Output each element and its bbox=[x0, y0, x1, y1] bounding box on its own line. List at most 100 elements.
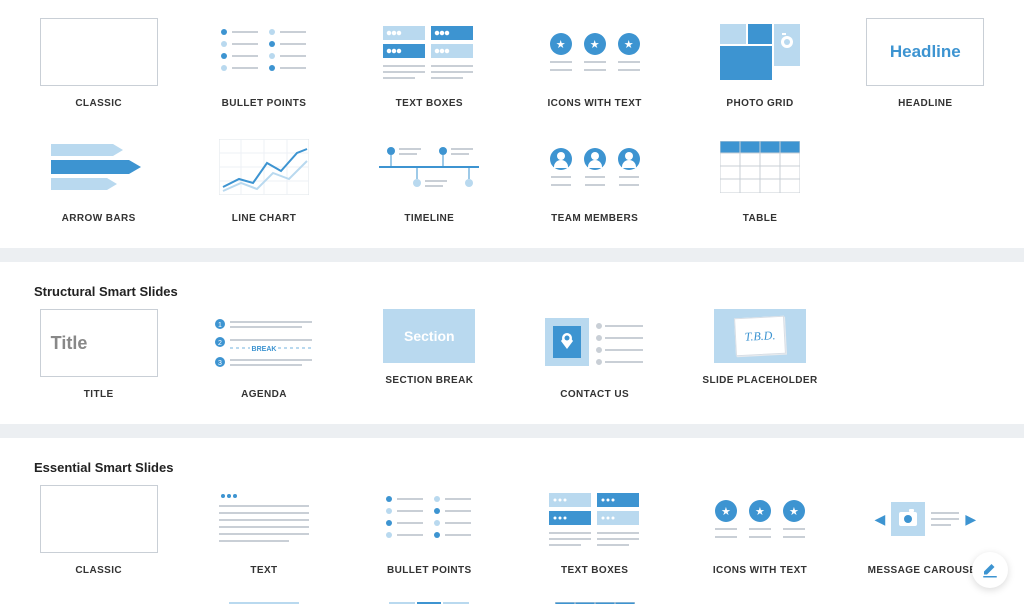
camera-icon bbox=[899, 512, 917, 526]
thumb-slide-placeholder: T.B.D. bbox=[714, 309, 806, 363]
thumb-essential-text-boxes bbox=[536, 485, 654, 553]
tile-icons-with-text[interactable]: ★ ★ ★ ICONS WITH TEXT bbox=[518, 14, 671, 119]
section-title-essential: Essential Smart Slides bbox=[22, 438, 1002, 481]
thumb-essential-classic bbox=[40, 485, 158, 553]
feedback-fab[interactable] bbox=[972, 552, 1008, 588]
tile-label: TEXT bbox=[250, 565, 277, 576]
tile-label: TEXT BOXES bbox=[561, 565, 628, 576]
tile-label: LINE CHART bbox=[232, 213, 297, 224]
thumb-essential-logos bbox=[40, 600, 158, 604]
chevron-right-icon: ▶ bbox=[965, 511, 976, 528]
tile-arrow-bars[interactable]: ARROW BARS bbox=[22, 129, 175, 234]
svg-text:3: 3 bbox=[218, 360, 222, 367]
svg-text:BREAK: BREAK bbox=[252, 346, 277, 353]
thumb-headline: Headline bbox=[866, 18, 984, 86]
thumb-arrow-bars bbox=[40, 133, 158, 201]
tile-essential-text[interactable]: TEXT bbox=[187, 481, 340, 586]
thumb-essential-text bbox=[205, 485, 323, 553]
chevron-left-icon: ◀ bbox=[875, 511, 886, 528]
tile-bullet-points[interactable]: BULLET POINTS bbox=[187, 14, 340, 119]
tile-line-chart[interactable]: LINE CHART bbox=[187, 129, 340, 234]
tile-label: HEADLINE bbox=[898, 98, 952, 109]
person-icon bbox=[618, 148, 640, 170]
tile-text-boxes[interactable]: TEXT BOXES bbox=[353, 14, 506, 119]
title-sample: Title bbox=[51, 333, 88, 354]
tile-essential-table[interactable] bbox=[518, 596, 671, 604]
thumb-agenda: 1 2 BREAK 3 bbox=[205, 309, 323, 377]
tile-label: CLASSIC bbox=[75, 98, 122, 109]
thumb-title: Title bbox=[40, 309, 158, 377]
section-title-structural: Structural Smart Slides bbox=[22, 262, 1002, 305]
tile-label: PHOTO GRID bbox=[726, 98, 793, 109]
star-icon: ★ bbox=[715, 500, 737, 522]
thumb-table bbox=[701, 133, 819, 201]
tile-label: TEAM MEMBERS bbox=[551, 213, 638, 224]
thumb-essential-photo-grid bbox=[370, 600, 488, 604]
tile-classic[interactable]: CLASSIC bbox=[22, 14, 175, 119]
tile-label: BULLET POINTS bbox=[222, 98, 307, 109]
tile-essential-logos[interactable] bbox=[22, 596, 175, 604]
tile-title[interactable]: Title TITLE bbox=[22, 305, 175, 410]
headline-sample: Headline bbox=[890, 42, 961, 62]
slide-group-essential: Essential Smart Slides CLASSIC TEXT bbox=[0, 438, 1024, 604]
tbd-sample: T.B.D. bbox=[744, 328, 776, 345]
tile-photo-grid[interactable]: PHOTO GRID bbox=[683, 14, 836, 119]
svg-text:2: 2 bbox=[218, 340, 222, 347]
tile-headline[interactable]: Headline HEADLINE bbox=[849, 14, 1002, 119]
person-icon bbox=[584, 148, 606, 170]
slide-template-scroll[interactable]: { "sections": { "top": { "tiles": [ {"la… bbox=[0, 0, 1024, 604]
tile-label: TIMELINE bbox=[404, 213, 454, 224]
thumb-timeline bbox=[370, 133, 488, 201]
tile-contact-us[interactable]: CONTACT US bbox=[518, 305, 671, 410]
slide-group-top: CLASSIC BULLET POINTS bbox=[0, 0, 1024, 248]
tile-label: BULLET POINTS bbox=[387, 565, 472, 576]
tile-team-members[interactable]: TEAM MEMBERS bbox=[518, 129, 671, 234]
thumb-contact-us bbox=[536, 309, 654, 377]
feedback-icon bbox=[981, 561, 999, 579]
svg-text:1: 1 bbox=[218, 322, 222, 329]
tile-agenda[interactable]: 1 2 BREAK 3 AGENDA bbox=[187, 305, 340, 410]
tile-label: ARROW BARS bbox=[62, 213, 136, 224]
thumb-essential-bullets bbox=[370, 485, 488, 553]
tile-table[interactable]: TABLE bbox=[683, 129, 836, 234]
thumb-text-boxes bbox=[370, 18, 488, 86]
tile-label: TITLE bbox=[84, 389, 114, 400]
thumb-essential-icons-text: ★ ★ ★ bbox=[701, 485, 819, 553]
tile-label: TABLE bbox=[743, 213, 778, 224]
tile-label: TEXT BOXES bbox=[396, 98, 463, 109]
slide-group-structural: Structural Smart Slides Title TITLE 1 2 … bbox=[0, 262, 1024, 424]
tile-essential-text-boxes[interactable]: TEXT BOXES bbox=[518, 481, 671, 586]
star-icon: ★ bbox=[783, 500, 805, 522]
tile-timeline[interactable]: TIMELINE bbox=[353, 129, 506, 234]
section-sample: Section bbox=[404, 328, 455, 344]
tile-essential-icons-text[interactable]: ★ ★ ★ ICONS WITH TEXT bbox=[683, 481, 836, 586]
tile-label: SECTION BREAK bbox=[385, 375, 473, 386]
tile-essential-image[interactable] bbox=[187, 596, 340, 604]
star-icon: ★ bbox=[584, 33, 606, 55]
thumb-team-members bbox=[536, 133, 654, 201]
thumb-icons-with-text: ★ ★ ★ bbox=[536, 18, 654, 86]
tile-label: CLASSIC bbox=[75, 565, 122, 576]
tile-label: MESSAGE CAROUSEL bbox=[868, 565, 983, 576]
tile-label: CONTACT US bbox=[560, 389, 629, 400]
thumb-classic bbox=[40, 18, 158, 86]
star-icon: ★ bbox=[618, 33, 640, 55]
tile-section-break[interactable]: Section SECTION BREAK bbox=[353, 305, 506, 410]
thumb-essential-table bbox=[536, 600, 654, 604]
star-icon: ★ bbox=[550, 33, 572, 55]
thumb-essential-image bbox=[205, 600, 323, 604]
thumb-message-carousel: ◀ ▶ bbox=[866, 485, 984, 553]
tile-label: ICONS WITH TEXT bbox=[547, 98, 641, 109]
thumb-line-chart bbox=[205, 133, 323, 201]
person-icon bbox=[550, 148, 572, 170]
tile-essential-bullets[interactable]: BULLET POINTS bbox=[353, 481, 506, 586]
tile-label: AGENDA bbox=[241, 389, 287, 400]
tile-essential-classic[interactable]: CLASSIC bbox=[22, 481, 175, 586]
thumb-bullet-points bbox=[205, 18, 323, 86]
star-icon: ★ bbox=[749, 500, 771, 522]
thumb-photo-grid bbox=[701, 18, 819, 86]
tile-slide-placeholder[interactable]: T.B.D. SLIDE PLACEHOLDER bbox=[683, 305, 836, 410]
thumb-section-break: Section bbox=[383, 309, 475, 363]
tile-essential-photo-grid[interactable] bbox=[353, 596, 506, 604]
tile-label: ICONS WITH TEXT bbox=[713, 565, 807, 576]
